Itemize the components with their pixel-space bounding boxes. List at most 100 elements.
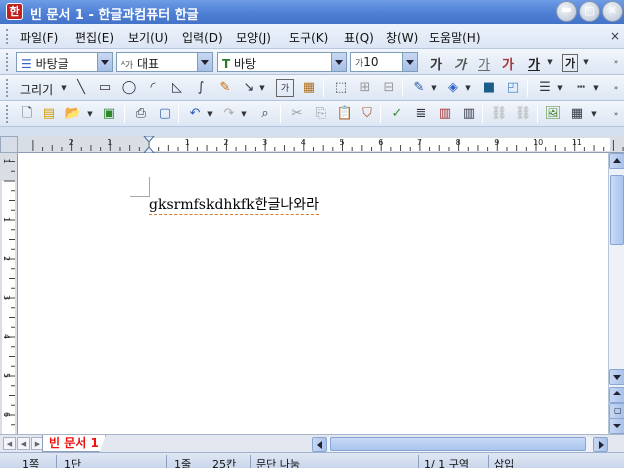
line-color-icon[interactable]: ✎ (410, 79, 428, 97)
line-tool-icon[interactable]: ╲ (72, 79, 90, 97)
font-combo[interactable]: T 바탕 (217, 52, 347, 72)
toolbar-overflow-icon[interactable]: » (612, 105, 620, 123)
line-dash-dropdown-icon[interactable]: ▼ (592, 79, 600, 97)
undo-dropdown-icon[interactable]: ▼ (206, 105, 214, 123)
paste-icon[interactable]: 📋 (336, 105, 354, 123)
find-icon[interactable]: ⌕ (256, 105, 274, 123)
font-size-dropdown-button[interactable] (402, 53, 417, 71)
close-button[interactable]: ✕ (602, 1, 623, 22)
font-size-combo[interactable]: 가10 (350, 52, 418, 72)
spell-check-icon[interactable]: ✓ (388, 105, 406, 123)
menu-tools[interactable]: 도구(K) (289, 29, 328, 46)
ungroup-objects-icon[interactable]: ⊟ (380, 79, 398, 97)
italic-button[interactable]: 가 (454, 54, 466, 73)
connector-dropdown-icon[interactable]: ▼ (258, 79, 266, 97)
new-document-icon[interactable]: 🗋 (18, 105, 36, 123)
connector-tool-icon[interactable]: ↘ (240, 79, 258, 97)
vertical-ruler[interactable]: 1 1 2 3 4 5 6 (0, 153, 18, 434)
char-shape-dropdown-icon[interactable]: ▼ (582, 53, 590, 71)
polygon-tool-icon[interactable]: ◺ (168, 79, 186, 97)
bold-button[interactable]: 가 (430, 54, 442, 73)
menu-file[interactable]: 파일(F) (20, 29, 58, 46)
rectangle-tool-icon[interactable]: ▭ (96, 79, 114, 97)
pencil-tool-icon[interactable]: ✎ (216, 79, 234, 97)
language-dropdown-button[interactable] (197, 53, 212, 71)
ellipse-tool-icon[interactable]: ◯ (120, 79, 138, 97)
status-page-count[interactable]: 1/ 1 구역 (424, 456, 469, 468)
toolbar-grip[interactable] (6, 105, 10, 123)
vertical-scrollbar[interactable]: ▢ (608, 153, 624, 434)
menu-insert[interactable]: 입력(D) (182, 29, 223, 46)
app-icon[interactable]: 한 (6, 3, 23, 20)
save-icon[interactable]: ▣ (100, 105, 118, 123)
picture-tool-icon[interactable]: ▦ (300, 79, 318, 97)
status-line[interactable]: 1줄 (174, 456, 191, 468)
line-color-dropdown-icon[interactable]: ▼ (430, 79, 438, 97)
toolbar-overflow-icon[interactable]: » (612, 53, 620, 71)
vertical-scroll-thumb[interactable] (610, 175, 624, 245)
arc-tool-icon[interactable]: ◜ (144, 79, 162, 97)
style-combo[interactable]: ☰ 바탕글 (16, 52, 113, 72)
text-color-button[interactable]: 가 (528, 54, 540, 73)
char-shape-button[interactable]: 가 (562, 54, 579, 72)
cut-icon[interactable]: ✂ (288, 105, 306, 123)
send-backward-icon[interactable]: ◰ (504, 79, 522, 97)
status-paragraph[interactable]: 문단 나눔 (256, 456, 300, 468)
toolbar-overflow-icon[interactable]: » (612, 79, 620, 97)
group-objects-icon[interactable]: ⊞ (356, 79, 374, 97)
tab-prev-icon[interactable]: ◀ (17, 437, 30, 450)
open-folder-icon[interactable]: 📂 (64, 105, 82, 123)
curve-tool-icon[interactable]: ∫ (192, 79, 210, 97)
menu-table[interactable]: 표(Q) (344, 29, 374, 46)
line-dash-icon[interactable]: ┅ (572, 79, 590, 97)
ruler-corner-button[interactable] (0, 136, 18, 153)
print-preview-icon[interactable]: ▢ (156, 105, 174, 123)
status-column[interactable]: 25칸 (212, 456, 236, 468)
font-dropdown-button[interactable] (331, 53, 346, 71)
horizontal-ruler[interactable]: 2 1 1 2 3 4 5 6 7 8 9 10 11 (18, 136, 624, 153)
unlink-icon[interactable]: ⛓ (514, 105, 532, 123)
paragraph-shape-icon[interactable]: ≣ (412, 105, 430, 123)
previous-page-button[interactable] (609, 387, 624, 403)
line-style-dropdown-icon[interactable]: ▼ (556, 79, 564, 97)
scroll-left-button[interactable] (312, 437, 327, 452)
table-dropdown-icon[interactable]: ▼ (590, 105, 598, 123)
menu-format[interactable]: 모양(J) (236, 29, 271, 46)
horizontal-scrollbar[interactable] (312, 437, 608, 452)
format-painter-icon[interactable]: ⛉ (358, 105, 376, 123)
maximize-button[interactable]: □ (579, 1, 600, 22)
minimize-button[interactable] (556, 1, 577, 22)
columns-icon[interactable]: ▥ (460, 105, 478, 123)
tab-document-1[interactable]: 빈 문서 1 (42, 435, 106, 452)
menu-window[interactable]: 창(W) (386, 29, 418, 46)
toolbar-grip[interactable] (6, 79, 10, 97)
hanja-convert-icon[interactable]: ▥ (436, 105, 454, 123)
bring-forward-icon[interactable]: ■ (480, 79, 498, 97)
next-page-button[interactable] (609, 418, 624, 434)
status-page[interactable]: 1쪽 (22, 456, 39, 468)
horizontal-scroll-thumb[interactable] (330, 437, 586, 451)
insert-table-icon[interactable]: ▦ (568, 105, 586, 123)
scroll-down-button[interactable] (609, 369, 624, 385)
title-bar[interactable]: 한 빈 문서 1 - 한글과컴퓨터 한글 □ ✕ (0, 0, 624, 24)
drawing-label[interactable]: 그리기 (20, 81, 53, 98)
text-color-dropdown-icon[interactable]: ▼ (546, 53, 554, 71)
strikethrough-button[interactable]: 가 (502, 54, 514, 73)
textbox-tool-icon[interactable]: 가 (276, 79, 294, 97)
hyperlink-icon[interactable]: ⛓ (490, 105, 508, 123)
status-section[interactable]: 1단 (64, 456, 81, 468)
menu-close-icon[interactable]: × (610, 29, 620, 43)
insert-picture-icon[interactable]: 🖼 (544, 105, 562, 123)
document-text[interactable]: gksrmfskdhkfk한글나와라 (149, 197, 319, 215)
open-dropdown-icon[interactable]: ▼ (86, 105, 94, 123)
copy-icon[interactable]: ⎘ (312, 105, 330, 123)
status-insert-mode[interactable]: 삽입 (494, 456, 514, 468)
document-page[interactable]: gksrmfskdhkfk한글나와라 (18, 153, 608, 434)
undo-icon[interactable]: ↶ (186, 105, 204, 123)
scroll-right-button[interactable] (593, 437, 608, 452)
menubar-grip[interactable] (6, 29, 10, 44)
page-select-button[interactable]: ▢ (609, 403, 624, 419)
print-icon[interactable]: ⎙ (132, 105, 150, 123)
menu-help[interactable]: 도움말(H) (429, 29, 481, 46)
scroll-up-button[interactable] (609, 153, 624, 169)
